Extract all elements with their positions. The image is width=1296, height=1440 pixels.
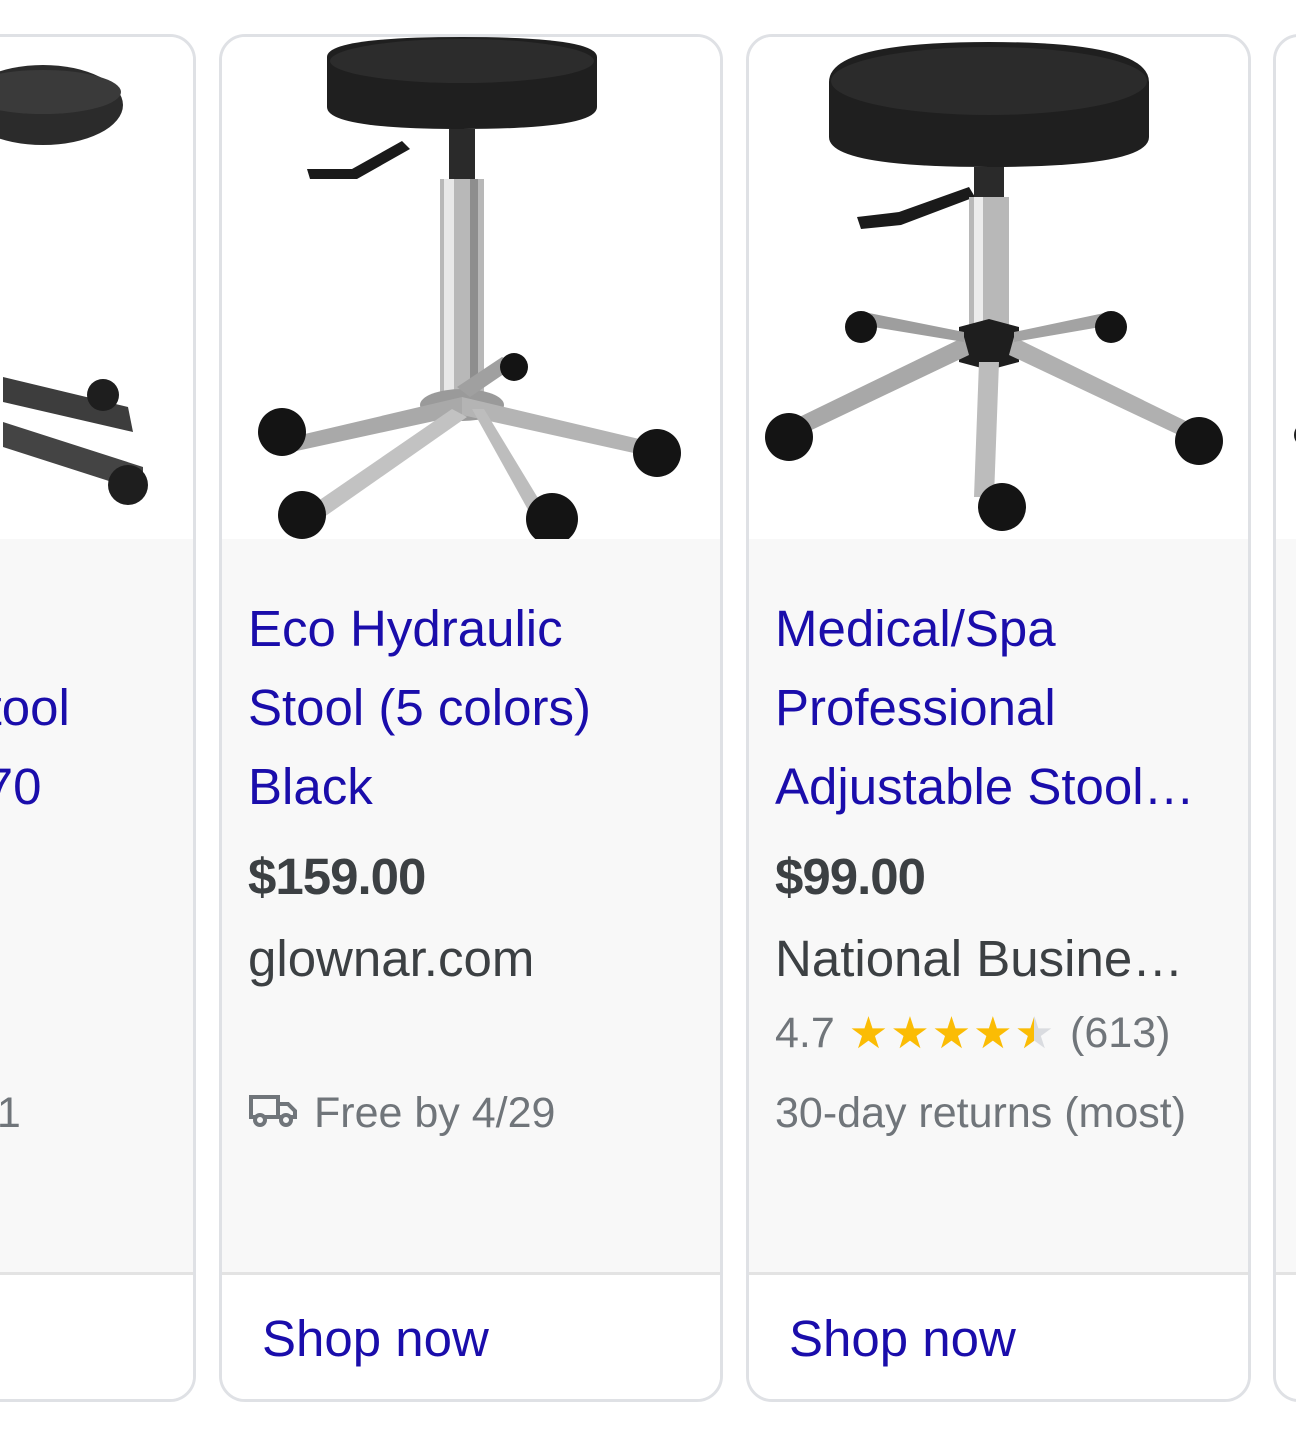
title-line: Professional <box>775 679 1056 736</box>
shop-now-link[interactable]: Shop now <box>262 1309 489 1368</box>
shipping-info: Free by 4/29 <box>248 1089 555 1138</box>
merchant-name: glownar.com <box>248 930 535 987</box>
product-image[interactable] <box>749 37 1248 539</box>
medical-stool-image <box>765 42 1223 531</box>
shop-now-link[interactable]: Shop now <box>789 1309 1016 1368</box>
stool-image-partial <box>1294 428 1296 442</box>
half-star-icon: ★★ <box>1014 1008 1055 1058</box>
product-info: Eco Hydraulic Stool (5 colors) Black $15… <box>222 539 720 1275</box>
product-card[interactable]: Eco Hydraulic Stool (5 colors) Black $15… <box>219 34 723 1402</box>
product-price: $99.00 <box>775 848 926 905</box>
product-card[interactable]: Medical/Spa Professional Adjustable Stoo… <box>746 34 1251 1402</box>
returns-info: 30-day returns (most) <box>775 1089 1187 1137</box>
star-icon: ★ <box>973 1008 1013 1058</box>
product-info: Medical/Spa Professional Adjustable Stoo… <box>749 539 1248 1275</box>
rating: 4.7 ★ ★ ★ ★ ★★ (613) <box>775 1009 1170 1058</box>
product-image[interactable] <box>222 37 720 539</box>
delivery-note: /21 <box>0 1089 21 1138</box>
star-icon: ★ <box>931 1008 972 1058</box>
stool-image-partial <box>0 65 148 505</box>
title-line: Adjustable Stool… <box>775 758 1195 815</box>
card-footer: Shop now <box>749 1275 1248 1399</box>
title-line: Stool (5 colors) <box>248 679 591 736</box>
truck-icon <box>248 1089 298 1138</box>
product-info <box>1276 539 1296 1275</box>
product-image[interactable] <box>0 37 193 539</box>
title-line: Medical/Spa <box>775 600 1056 657</box>
card-footer <box>1276 1275 1296 1399</box>
card-footer: Shop now <box>222 1275 720 1399</box>
product-card[interactable] <box>1273 34 1296 1402</box>
card-footer <box>0 1275 193 1399</box>
title-line: Black <box>248 758 373 815</box>
review-count: (613) <box>1070 1009 1171 1057</box>
star-icon: ★ <box>848 1008 889 1058</box>
shipping-text: Free by 4/29 <box>314 1089 556 1137</box>
title-line: Eco Hydraulic <box>248 600 563 657</box>
product-info: d o Stool -7670 /21 <box>0 539 193 1275</box>
product-title[interactable]: Eco Hydraulic Stool (5 colors) Black <box>248 589 688 826</box>
title-line: d <box>0 589 193 668</box>
star-icon: ★ <box>890 1008 930 1058</box>
product-card[interactable]: d o Stool -7670 /21 <box>0 34 196 1402</box>
hydraulic-stool-image <box>258 37 681 539</box>
title-line: -7670 <box>0 758 42 815</box>
product-title[interactable]: d o Stool -7670 <box>0 589 193 826</box>
merchant-name: National Busine… <box>775 930 1184 987</box>
star-rating: ★ ★ ★ ★ ★★ <box>848 1008 1056 1058</box>
product-image[interactable] <box>1276 37 1296 539</box>
title-line: o Stool <box>0 679 70 736</box>
product-title[interactable]: Medical/Spa Professional Adjustable Stoo… <box>775 589 1215 826</box>
product-price: $159.00 <box>248 848 426 905</box>
rating-value: 4.7 <box>775 1009 835 1057</box>
